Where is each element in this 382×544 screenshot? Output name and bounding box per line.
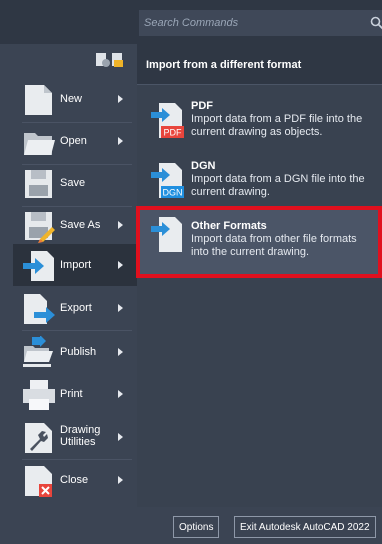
search-icon[interactable] [370,16,382,30]
option-description: Import data from a DGN file into the cur… [191,173,365,198]
options-button[interactable]: Options [173,516,220,538]
exit-autocad-button[interactable]: Exit Autodesk AutoCAD 2022 [234,516,376,538]
menu-item-close[interactable]: Close [10,459,137,501]
pdf-import-icon: PDF [151,103,184,138]
menu-item-label: Open [60,135,87,147]
chevron-right-icon [118,348,123,356]
drawing-utilities-icon [25,423,52,453]
menu-item-publish[interactable]: Publish [10,331,137,373]
footer-bar: Options Exit Autodesk AutoCAD 2022 [0,507,382,544]
save-as-icon [25,212,55,243]
top-bar [0,0,382,44]
printer-icon [23,380,55,410]
save-disk-icon [25,170,52,198]
menu-item-label: Save As [60,219,101,231]
import-icon [23,251,54,281]
chevron-right-icon [118,95,123,103]
divider [137,84,382,85]
other-formats-import-icon [151,217,182,252]
search-input[interactable] [139,10,382,36]
import-option-other-formats[interactable]: Other Formats Import data from other fil… [137,210,382,274]
menu-item-export[interactable]: Export [10,287,137,329]
option-description: Import data from a PDF file into the cur… [191,113,363,138]
dgn-import-icon: DGN [151,163,184,198]
recent-documents-icon[interactable] [94,49,132,69]
chevron-right-icon [118,433,123,441]
chevron-right-icon [118,304,123,312]
open-folder-icon [24,133,55,155]
menu-item-label-line1: Drawing [60,424,101,436]
chevron-right-icon [118,221,123,229]
import-submenu-panel: Import from a different format PDF PDF I… [137,44,382,507]
option-title: PDF [191,100,213,112]
menu-item-open[interactable]: Open [10,120,137,162]
menu-item-import[interactable]: Import [13,244,137,286]
chevron-right-icon [118,476,123,484]
menu-item-label: Close [60,474,89,486]
pdf-badge-text: PDF [164,128,183,138]
menu-item-drawing-utilities[interactable]: Drawing Utilities [10,416,137,458]
menu-item-label-line2: Utilities [60,436,96,448]
menu-item-save[interactable]: Save [10,162,137,204]
option-description: Import data from other file formats into… [191,233,357,258]
chevron-right-icon [118,390,123,398]
publish-icon [23,336,53,367]
close-document-icon [25,466,52,497]
import-option-pdf[interactable]: PDF PDF Import data from a PDF file into… [137,90,382,146]
menu-item-label: Export [60,302,92,314]
panel-header: Import from a different format [137,44,382,84]
option-title: Other Formats [191,220,267,232]
menu-item-new[interactable]: New [10,78,137,120]
menu-item-label: Publish [60,346,97,358]
menu-item-label: Import [60,259,92,271]
search-box[interactable] [139,10,382,36]
export-icon [24,294,55,324]
menu-item-label: Print [60,388,83,400]
menu-item-label: New [60,93,83,105]
menu-item-label: Save [60,177,86,189]
menu-item-save-as[interactable]: Save As [10,204,137,246]
chevron-right-icon [118,137,123,145]
option-title: DGN [191,160,216,172]
new-document-icon [25,85,52,115]
chevron-right-icon [118,261,123,269]
menu-item-label: Drawing Utilities [60,424,100,448]
dgn-badge-text: DGN [163,188,183,198]
menu-item-print[interactable]: Print [10,373,137,415]
application-menu: New Open Save Save As Import Export Publ… [0,44,137,544]
import-option-dgn[interactable]: DGN DGN Import data from a DGN file into… [137,150,382,206]
